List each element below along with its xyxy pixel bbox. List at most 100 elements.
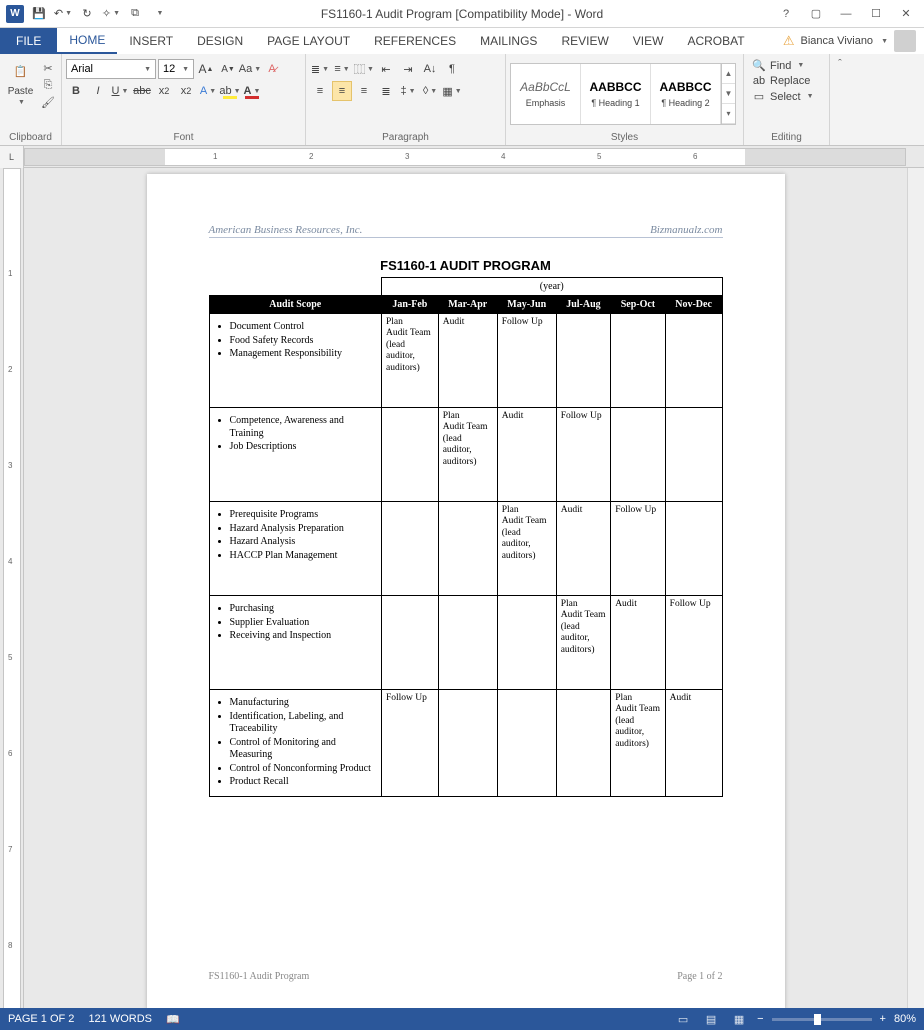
paste-button[interactable]: 📋 Paste ▼ bbox=[4, 56, 37, 106]
tab-design[interactable]: DESIGN bbox=[185, 28, 255, 54]
multilevel-icon[interactable]: ⿲▼ bbox=[354, 59, 374, 79]
style-heading1[interactable]: AABBCC ¶ Heading 1 bbox=[581, 64, 651, 124]
document-page[interactable]: American Business Resources, Inc. Bizman… bbox=[147, 174, 785, 1010]
subscript-button[interactable]: x2 bbox=[154, 81, 174, 101]
word-app-icon[interactable]: W bbox=[4, 3, 26, 25]
user-area[interactable]: ⚠ Bianca Viviano ▼ bbox=[783, 28, 924, 54]
align-left-icon[interactable]: ≡ bbox=[310, 81, 330, 101]
increase-indent-icon[interactable]: ⇥ bbox=[398, 59, 418, 79]
scope-item: Management Responsibility bbox=[230, 348, 377, 361]
zoom-level[interactable]: 80% bbox=[894, 1013, 916, 1025]
decrease-indent-icon[interactable]: ⇤ bbox=[376, 59, 396, 79]
collapse-ribbon-icon[interactable]: ˆ bbox=[830, 54, 850, 145]
line-spacing-icon[interactable]: ‡▼ bbox=[398, 81, 418, 101]
cut-icon[interactable]: ✂ bbox=[39, 60, 57, 76]
tab-references[interactable]: REFERENCES bbox=[362, 28, 468, 54]
group-clipboard: 📋 Paste ▼ ✂ ⎘ 🖌 Clipboard bbox=[0, 54, 62, 145]
maximize-icon[interactable]: ☐ bbox=[862, 4, 890, 24]
numbering-icon[interactable]: ≡▼ bbox=[332, 59, 352, 79]
help-icon[interactable]: ? bbox=[772, 4, 800, 24]
period-cell bbox=[381, 502, 438, 596]
strikethrough-button[interactable]: abc bbox=[132, 81, 152, 101]
zoom-out-button[interactable]: − bbox=[757, 1013, 763, 1025]
shrink-font-icon[interactable]: A▼ bbox=[218, 59, 238, 79]
select-button[interactable]: ▭Select▼ bbox=[748, 89, 818, 104]
style-heading2[interactable]: AABBCC ¶ Heading 2 bbox=[651, 64, 721, 124]
tab-insert[interactable]: INSERT bbox=[117, 28, 185, 54]
find-button[interactable]: 🔍Find▼ bbox=[748, 58, 808, 73]
underline-button[interactable]: U▼ bbox=[110, 81, 130, 101]
font-color-icon[interactable]: A▼ bbox=[242, 81, 262, 101]
tab-review[interactable]: REVIEW bbox=[549, 28, 620, 54]
justify-icon[interactable]: ≣ bbox=[376, 81, 396, 101]
tab-home[interactable]: HOME bbox=[57, 28, 117, 54]
bullets-icon[interactable]: ≣▼ bbox=[310, 59, 330, 79]
user-name: Bianca Viviano bbox=[800, 35, 873, 47]
document-scroll[interactable]: American Business Resources, Inc. Bizman… bbox=[24, 168, 907, 1010]
shading-icon[interactable]: ◊▼ bbox=[420, 81, 440, 101]
undo-icon[interactable]: ↶▼ bbox=[52, 3, 74, 25]
tab-selector[interactable]: L bbox=[0, 146, 24, 168]
grow-font-icon[interactable]: A▲ bbox=[196, 59, 216, 79]
period-cell: PlanAudit Team (lead auditor, auditors) bbox=[381, 314, 438, 408]
font-name-combo[interactable]: Arial▼ bbox=[66, 59, 156, 79]
scope-item: Food Safety Records bbox=[230, 335, 377, 348]
styles-scroll[interactable]: ▲▼▾ bbox=[721, 64, 735, 124]
redo-icon[interactable]: ↻ bbox=[76, 3, 98, 25]
scope-item: Purchasing bbox=[230, 603, 377, 616]
table-row: Prerequisite ProgramsHazard Analysis Pre… bbox=[209, 502, 722, 596]
ribbon-display-icon[interactable]: ▢ bbox=[802, 4, 830, 24]
tab-file[interactable]: FILE bbox=[0, 28, 57, 54]
group-label-font: Font bbox=[66, 131, 301, 145]
doc-footer-right: Page 1 of 2 bbox=[677, 971, 722, 982]
period-cell bbox=[497, 596, 556, 690]
style-emphasis[interactable]: AaBbCcL Emphasis bbox=[511, 64, 581, 124]
save-icon[interactable]: 💾 bbox=[28, 3, 50, 25]
read-mode-icon[interactable]: ▭ bbox=[673, 1011, 693, 1027]
status-words[interactable]: 121 WORDS bbox=[88, 1013, 152, 1026]
replace-button[interactable]: abReplace bbox=[748, 74, 814, 88]
scope-item: Supplier Evaluation bbox=[230, 617, 377, 630]
print-layout-icon[interactable]: ▤ bbox=[701, 1011, 721, 1027]
vertical-scrollbar[interactable] bbox=[907, 168, 924, 1010]
status-proofing-icon[interactable]: 📖 bbox=[166, 1013, 180, 1026]
qat-customize-icon[interactable]: ▼ bbox=[148, 3, 170, 25]
font-size-combo[interactable]: 12▼ bbox=[158, 59, 194, 79]
qat-item2-icon[interactable]: ⧉ bbox=[124, 3, 146, 25]
scope-cell: Document ControlFood Safety RecordsManag… bbox=[209, 314, 381, 408]
period-cell: PlanAudit Team (lead auditor, auditors) bbox=[497, 502, 556, 596]
tab-mailings[interactable]: MAILINGS bbox=[468, 28, 549, 54]
align-center-icon[interactable]: ≡ bbox=[332, 81, 352, 101]
tab-acrobat[interactable]: ACROBAT bbox=[675, 28, 756, 54]
bold-button[interactable]: B bbox=[66, 81, 86, 101]
horizontal-ruler[interactable]: 1 2 3 4 5 6 bbox=[24, 148, 906, 166]
period-cell bbox=[381, 408, 438, 502]
ribbon-tabs: FILE HOME INSERT DESIGN PAGE LAYOUT REFE… bbox=[0, 28, 924, 54]
superscript-button[interactable]: x2 bbox=[176, 81, 196, 101]
zoom-in-button[interactable]: + bbox=[880, 1013, 886, 1025]
vertical-ruler[interactable]: 1 2 3 4 5 6 7 8 bbox=[3, 168, 21, 1010]
zoom-slider[interactable] bbox=[772, 1018, 872, 1021]
clear-formatting-icon[interactable]: A̷ bbox=[262, 59, 282, 79]
sort-icon[interactable]: A↓ bbox=[420, 59, 440, 79]
borders-icon[interactable]: ▦▼ bbox=[442, 81, 462, 101]
show-marks-icon[interactable]: ¶ bbox=[442, 59, 462, 79]
period-cell: PlanAudit Team (lead auditor, auditors) bbox=[438, 408, 497, 502]
status-page[interactable]: PAGE 1 OF 2 bbox=[8, 1013, 74, 1026]
web-layout-icon[interactable]: ▦ bbox=[729, 1011, 749, 1027]
qat-item-icon[interactable]: ✧▼ bbox=[100, 3, 122, 25]
close-icon[interactable]: ✕ bbox=[892, 4, 920, 24]
tab-pagelayout[interactable]: PAGE LAYOUT bbox=[255, 28, 362, 54]
tab-view[interactable]: VIEW bbox=[621, 28, 676, 54]
format-painter-icon[interactable]: 🖌 bbox=[39, 94, 57, 110]
text-effects-icon[interactable]: A▼ bbox=[198, 81, 218, 101]
minimize-icon[interactable]: — bbox=[832, 4, 860, 24]
copy-icon[interactable]: ⎘ bbox=[39, 77, 57, 93]
highlight-icon[interactable]: ab▼ bbox=[220, 81, 240, 101]
scope-cell: ManufacturingIdentification, Labeling, a… bbox=[209, 690, 381, 797]
styles-gallery[interactable]: AaBbCcL Emphasis AABBCC ¶ Heading 1 AABB… bbox=[510, 63, 736, 125]
warning-icon: ⚠ bbox=[783, 33, 795, 49]
italic-button[interactable]: I bbox=[88, 81, 108, 101]
align-right-icon[interactable]: ≡ bbox=[354, 81, 374, 101]
change-case-icon[interactable]: Aa▼ bbox=[240, 59, 260, 79]
